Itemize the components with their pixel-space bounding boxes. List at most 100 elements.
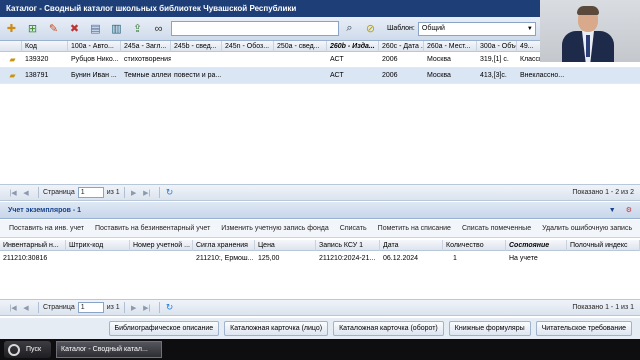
edit-icon[interactable]: ✎: [45, 20, 62, 37]
page-label: Страница: [43, 189, 75, 196]
table-cell: 1: [453, 254, 457, 262]
last-page-icon[interactable]: ▶|: [142, 304, 152, 312]
table-row[interactable]: ▰ 138791 Бунин Иван ... Темные аллеи пов…: [0, 68, 640, 84]
table-cell: Рубцов Нико...: [71, 55, 119, 63]
table-cell: 211210:30816: [3, 254, 48, 262]
reader-request-button[interactable]: Читательское требование: [535, 321, 632, 336]
column-header[interactable]: Код: [22, 41, 68, 52]
table-cell: Внеклассно...: [520, 71, 565, 79]
column-header[interactable]: Инвентарный н...: [0, 240, 66, 251]
action-delete-erroneous[interactable]: Удалить ошибочную запись: [542, 225, 632, 232]
table-cell: [274, 68, 327, 84]
column-header-icon: [0, 41, 22, 52]
column-header[interactable]: Количество: [443, 240, 506, 251]
action-register-noninventory[interactable]: Поставить на безинвентарный учет: [95, 225, 210, 232]
first-page-icon[interactable]: |◀: [8, 189, 18, 197]
delete-icon[interactable]: ✖: [66, 20, 83, 37]
column-header[interactable]: 250a - свед...: [274, 41, 327, 52]
copies-action-bar: Поставить на инв. учет Поставить на бези…: [0, 220, 640, 238]
table-cell: 2006: [382, 71, 398, 79]
catalog-card-front-button[interactable]: Каталожная карточка (лицо): [224, 321, 329, 336]
report-buttons-bar: Библиографическое описание Каталожная ка…: [0, 318, 640, 339]
column-header[interactable]: 260c - Дата ...: [379, 41, 424, 52]
action-write-off-marked[interactable]: Списать помеченные: [462, 225, 531, 232]
copies-grid-header: Инвентарный н... Штрих-код Номер учетной…: [0, 240, 640, 251]
column-header[interactable]: 245b - свед...: [171, 41, 222, 52]
table-cell: Темные аллеи: [124, 71, 171, 79]
copies-section-header: Учет экземпляров - 1 ▼ ⚙: [0, 202, 640, 219]
template-label: Шаблон:: [387, 25, 415, 32]
table-cell: [274, 52, 327, 68]
divider: [123, 302, 125, 313]
column-header[interactable]: Штрих-код: [66, 240, 130, 251]
template-select[interactable]: Общий ▼: [417, 21, 536, 36]
table-cell: 211210:, Ермош...: [196, 254, 254, 262]
prev-page-icon[interactable]: ◀: [21, 189, 31, 197]
book-icon: ▰: [9, 70, 16, 80]
column-header[interactable]: Сигла хранения: [193, 240, 255, 251]
section-title: Учет экземпляров - 1: [8, 207, 82, 214]
action-register-inventory[interactable]: Поставить на инв. учет: [9, 225, 84, 232]
table-cell: [130, 251, 193, 267]
catalog-pager: |◀ ◀ Страница 1 из 1 ▶ ▶| ↻ Показано 1 -…: [0, 184, 640, 201]
action-mark-write-off[interactable]: Пометить на списание: [378, 225, 451, 232]
column-header[interactable]: 260b - Изда...: [327, 41, 379, 52]
column-header[interactable]: Цена: [255, 240, 316, 251]
document-icon[interactable]: ▤: [87, 20, 104, 37]
divider: [158, 302, 160, 313]
table-cell: 139320: [25, 55, 49, 63]
page-input[interactable]: 1: [77, 302, 104, 313]
column-header[interactable]: Полочный индекс: [567, 240, 640, 251]
last-page-icon[interactable]: ▶|: [142, 189, 152, 197]
collapse-icon[interactable]: ▼: [609, 202, 616, 219]
webcam-overlay: [540, 0, 640, 62]
column-header[interactable]: 245a - Загл...: [121, 41, 171, 52]
table-cell: стихотворения: [124, 55, 171, 63]
bibliographic-description-button[interactable]: Библиографическое описание: [108, 321, 220, 336]
settings-icon[interactable]: ⚙: [626, 202, 632, 219]
divider: [38, 302, 39, 313]
prev-page-icon[interactable]: ◀: [21, 304, 31, 312]
taskbar: Пуск Каталог - Сводный катал...: [0, 339, 640, 360]
presenter-hair: [577, 6, 599, 15]
catalog-card-back-button[interactable]: Каталожная карточка (оборот): [333, 321, 444, 336]
action-edit-fund-record[interactable]: Изменить учетную запись фонда: [221, 225, 329, 232]
column-header[interactable]: Номер учетной ...: [130, 240, 193, 251]
refresh-icon[interactable]: ↻: [166, 187, 174, 198]
next-page-icon[interactable]: ▶: [129, 189, 139, 197]
search-input[interactable]: [171, 21, 339, 36]
table-cell: 319,[1] с.: [480, 55, 509, 63]
table-cell: повести и ра...: [174, 71, 222, 79]
taskbar-item-catalog[interactable]: Каталог - Сводный катал...: [56, 341, 163, 358]
table-cell: [567, 251, 640, 267]
book-forms-button[interactable]: Книжные формуляры: [448, 321, 531, 336]
column-header[interactable]: 300a - Объём: [477, 41, 517, 52]
action-write-off[interactable]: Списать: [340, 225, 367, 232]
column-header[interactable]: Дата: [380, 240, 443, 251]
binoculars-icon[interactable]: ∞: [150, 20, 167, 37]
start-button[interactable]: Пуск: [4, 341, 52, 358]
table-cell: АСТ: [330, 55, 344, 63]
table-cell: 211210:2024-21...: [319, 254, 376, 262]
chevron-down-icon: ▼: [526, 25, 533, 32]
books-icon[interactable]: ▥: [108, 20, 125, 37]
column-header[interactable]: Состояние: [506, 240, 567, 251]
refresh-icon[interactable]: ↻: [166, 302, 174, 313]
column-header[interactable]: 245n - Обоз...: [222, 41, 274, 52]
divider: [158, 187, 160, 198]
column-header[interactable]: 260a - Мест...: [424, 41, 477, 52]
add-copy-icon[interactable]: ⊞: [24, 20, 41, 37]
add-record-icon[interactable]: ✚: [3, 20, 20, 37]
column-header[interactable]: 100a - Авто...: [68, 41, 121, 52]
search-icon[interactable]: ⌕: [341, 20, 358, 37]
export-icon[interactable]: ⇪: [129, 20, 146, 37]
page-input[interactable]: 1: [77, 187, 104, 198]
paging-info: Показано 1 - 2 из 2: [572, 189, 634, 196]
clear-filter-icon[interactable]: ⊘: [362, 20, 379, 37]
table-row[interactable]: 211210:30816 211210:, Ермош... 125,00 21…: [0, 252, 640, 265]
next-page-icon[interactable]: ▶: [129, 304, 139, 312]
first-page-icon[interactable]: |◀: [8, 304, 18, 312]
page-count: из 1: [106, 189, 120, 196]
table-cell: 138791: [25, 71, 49, 79]
column-header[interactable]: Запись КСУ 1: [316, 240, 380, 251]
